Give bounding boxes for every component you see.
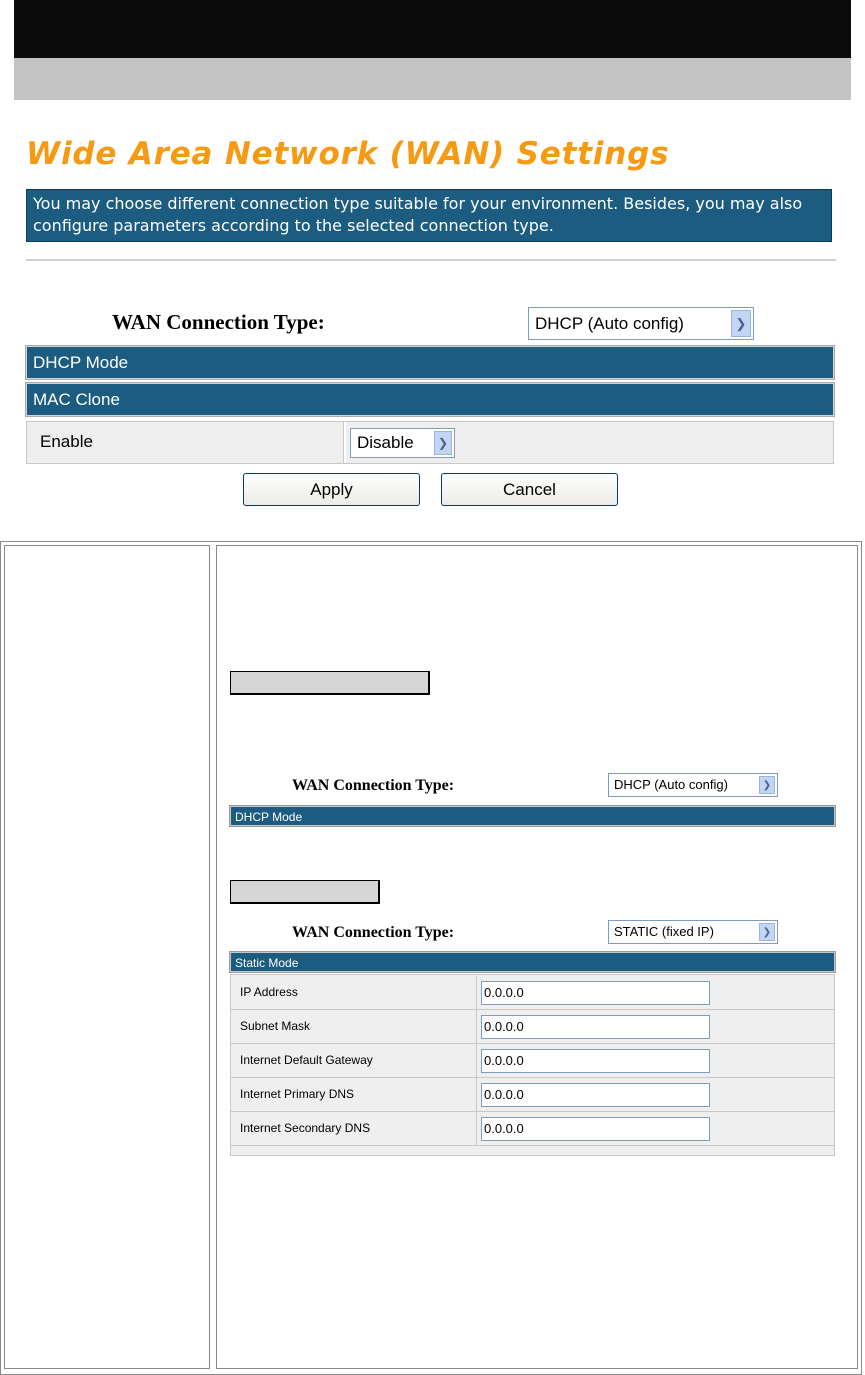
table-row: Internet Primary DNS 0.0.0.0 — [230, 1078, 835, 1112]
page-title: Wide Area Network (WAN) Settings — [26, 136, 670, 172]
cancel-button[interactable]: Cancel — [441, 473, 618, 506]
dhcp-example-mode-header: DHCP Mode — [229, 805, 836, 827]
mac-clone-header: MAC Clone — [25, 382, 835, 417]
chevron-down-icon[interactable]: ❯ — [434, 431, 452, 455]
dhcp-example-connection-type-select[interactable]: DHCP (Auto config) ❯ — [608, 773, 778, 797]
wan-connection-type-select[interactable]: DHCP (Auto config) ❯ — [528, 307, 754, 340]
table-row: Internet Secondary DNS 0.0.0.0 — [230, 1112, 835, 1146]
page-description: You may choose different connection type… — [26, 189, 832, 242]
mac-clone-enable-select[interactable]: Disable ❯ — [350, 428, 455, 458]
static-example-mode-header: Static Mode — [229, 951, 836, 973]
dhcp-section-tag — [230, 671, 430, 695]
wan-connection-type-value: DHCP (Auto config) — [535, 314, 684, 333]
table-row: IP Address 0.0.0.0 — [230, 976, 835, 1010]
default-gateway-field[interactable]: 0.0.0.0 — [481, 1049, 710, 1073]
subnet-mask-label: Subnet Mask — [240, 1019, 311, 1033]
secondary-dns-label: Internet Secondary DNS — [240, 1121, 371, 1135]
chevron-down-icon[interactable]: ❯ — [731, 310, 751, 337]
chevron-down-icon[interactable]: ❯ — [759, 776, 775, 794]
primary-dns-field[interactable]: 0.0.0.0 — [481, 1083, 710, 1107]
ip-address-field[interactable]: 0.0.0.0 — [481, 981, 710, 1005]
static-example-select-value: STATIC (fixed IP) — [614, 924, 714, 939]
cell-divider — [476, 1044, 477, 1077]
subnet-mask-field[interactable]: 0.0.0.0 — [481, 1015, 710, 1039]
primary-dns-label: Internet Primary DNS — [240, 1087, 355, 1101]
table-row: Subnet Mask 0.0.0.0 — [230, 1010, 835, 1044]
chevron-down-icon[interactable]: ❯ — [759, 923, 775, 941]
default-gateway-label: Internet Default Gateway — [240, 1053, 373, 1067]
dhcp-mode-header: DHCP Mode — [25, 345, 835, 380]
apply-button[interactable]: Apply — [243, 473, 420, 506]
cell-divider — [476, 1010, 477, 1043]
sub-header-bar — [14, 58, 851, 100]
documentation-left-cell — [4, 545, 210, 1369]
dhcp-example-select-value: DHCP (Auto config) — [614, 777, 728, 792]
secondary-dns-field[interactable]: 0.0.0.0 — [481, 1117, 710, 1141]
static-example-connection-type-label: WAN Connection Type: — [292, 924, 455, 941]
ip-address-label: IP Address — [240, 985, 298, 999]
wan-connection-type-label: WAN Connection Type: — [112, 310, 325, 334]
static-example-connection-type-select[interactable]: STATIC (fixed IP) ❯ — [608, 920, 778, 944]
table-row: Internet Default Gateway 0.0.0.0 — [230, 1044, 835, 1078]
enable-label: Enable — [40, 432, 93, 451]
divider — [26, 259, 836, 261]
dhcp-example-connection-type-label: WAN Connection Type: — [292, 777, 455, 794]
enable-select-value: Disable — [357, 433, 414, 452]
cell-divider — [476, 976, 477, 1009]
static-section-tag — [230, 880, 380, 904]
cell-divider — [343, 422, 346, 463]
cell-divider — [476, 1112, 477, 1145]
top-header-bar — [14, 0, 851, 58]
cell-divider — [476, 1078, 477, 1111]
